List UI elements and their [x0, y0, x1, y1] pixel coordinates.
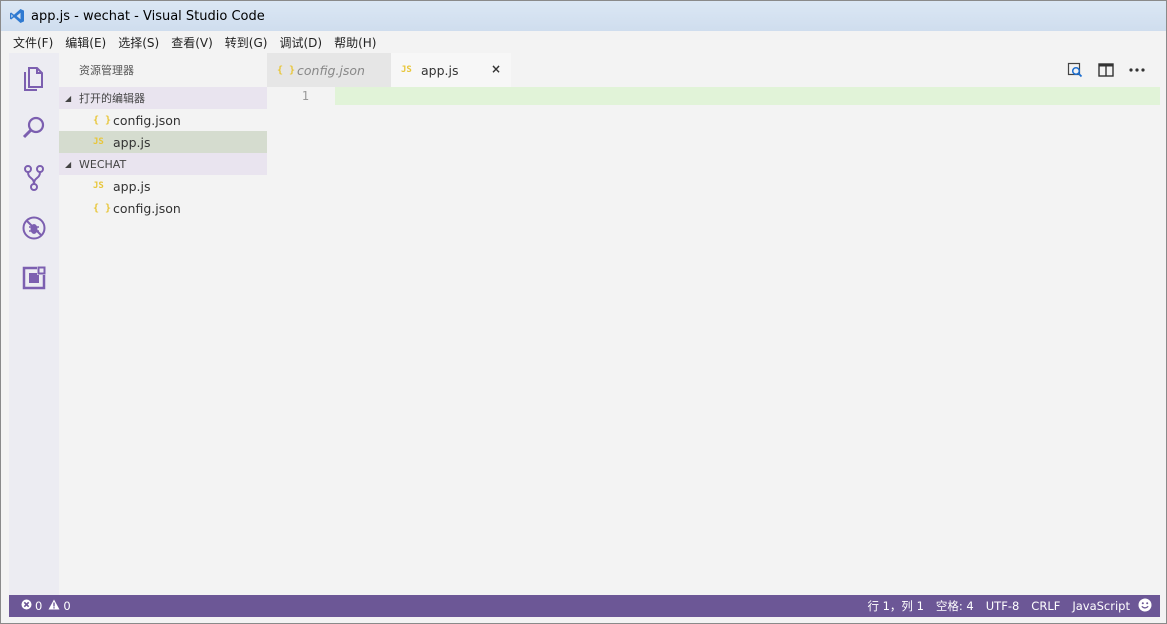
explorer-title: 资源管理器 — [79, 64, 134, 77]
json-file-icon: { } — [277, 64, 296, 76]
js-file-icon: JS — [93, 137, 104, 147]
source-control-icon[interactable] — [9, 153, 59, 203]
search-icon[interactable] — [9, 103, 59, 153]
activity-bar — [9, 53, 59, 595]
status-right: 行 1，列 1 空格: 4 UTF-8 CRLF JavaScript — [855, 598, 1160, 615]
cursor-position[interactable]: 行 1，列 1 — [867, 598, 923, 614]
json-file-icon: { } — [93, 114, 112, 126]
explorer-sidebar: 资源管理器 ◢ 打开的编辑器 { } config.json JS app.js… — [59, 53, 267, 595]
file-name: app.js — [113, 134, 151, 150]
more-actions-icon[interactable] — [1121, 61, 1152, 79]
file-name: config.json — [113, 200, 181, 216]
vscode-logo-icon — [9, 8, 25, 24]
folder-file-config-json[interactable]: { } config.json — [59, 197, 267, 219]
line-ending[interactable]: CRLF — [1031, 599, 1060, 613]
open-editors-label: 打开的编辑器 — [79, 92, 145, 105]
split-editor-icon[interactable] — [1090, 61, 1121, 79]
chevron-down-icon: ◢ — [65, 159, 72, 169]
close-icon[interactable]: × — [491, 62, 501, 76]
folder-file-app-js[interactable]: JS app.js — [59, 175, 267, 197]
json-file-icon: { } — [93, 202, 112, 214]
menu-help[interactable]: 帮助(H) — [328, 34, 382, 51]
open-changes-icon[interactable] — [1059, 61, 1090, 79]
folder-section[interactable]: ◢ WECHAT — [59, 153, 267, 175]
open-editors-section[interactable]: ◢ 打开的编辑器 — [59, 87, 267, 109]
file-name: config.json — [113, 112, 181, 128]
error-count: 0 — [35, 599, 43, 613]
open-editor-config-json[interactable]: { } config.json — [59, 109, 267, 131]
editor-actions — [1059, 61, 1152, 79]
title-bar: app.js - wechat - Visual Studio Code — [1, 1, 1166, 31]
window-title: app.js - wechat - Visual Studio Code — [31, 8, 265, 24]
explorer-icon[interactable] — [9, 53, 59, 103]
menu-selection[interactable]: 选择(S) — [112, 34, 165, 51]
menu-file[interactable]: 文件(F) — [7, 34, 59, 51]
editor-line[interactable]: 1 — [267, 87, 1160, 105]
debug-icon[interactable] — [9, 203, 59, 253]
menu-edit[interactable]: 编辑(E) — [59, 34, 112, 51]
vscode-window: app.js - wechat - Visual Studio Code 文件(… — [0, 0, 1167, 624]
status-bar: 0 0 行 1，列 1 空格: 4 UTF-8 CRLF JavaScript — [9, 595, 1160, 617]
extensions-icon[interactable] — [9, 253, 59, 303]
tab-label: app.js — [421, 62, 459, 78]
menu-bar: 文件(F) 编辑(E) 选择(S) 查看(V) 转到(G) 调试(D) 帮助(H… — [1, 31, 1166, 53]
current-line-highlight — [335, 87, 1160, 105]
editor-area: { } config.json JS app.js × 1 — [267, 53, 1160, 595]
tab-app-js[interactable]: JS app.js × — [391, 53, 511, 87]
indentation[interactable]: 空格: 4 — [936, 598, 974, 614]
error-icon — [21, 599, 32, 613]
js-file-icon: JS — [93, 181, 104, 191]
menu-goto[interactable]: 转到(G) — [219, 34, 274, 51]
folder-label: WECHAT — [79, 157, 127, 171]
js-file-icon: JS — [401, 65, 412, 75]
tab-config-json[interactable]: { } config.json — [267, 53, 391, 87]
menu-view[interactable]: 查看(V) — [165, 34, 219, 51]
language-mode[interactable]: JavaScript — [1072, 599, 1130, 613]
open-editor-app-js[interactable]: JS app.js — [59, 131, 267, 153]
smiley-feedback-icon[interactable] — [1138, 598, 1152, 615]
menu-debug[interactable]: 调试(D) — [273, 34, 328, 51]
file-name: app.js — [113, 178, 151, 194]
line-number: 1 — [301, 89, 309, 103]
editor-tab-bar: { } config.json JS app.js × — [267, 53, 1160, 87]
warning-icon — [48, 599, 60, 613]
tab-label: config.json — [297, 62, 365, 78]
warning-count: 0 — [63, 599, 71, 613]
problems-indicator[interactable]: 0 0 — [9, 599, 74, 613]
encoding[interactable]: UTF-8 — [986, 599, 1020, 613]
chevron-down-icon: ◢ — [65, 93, 72, 103]
